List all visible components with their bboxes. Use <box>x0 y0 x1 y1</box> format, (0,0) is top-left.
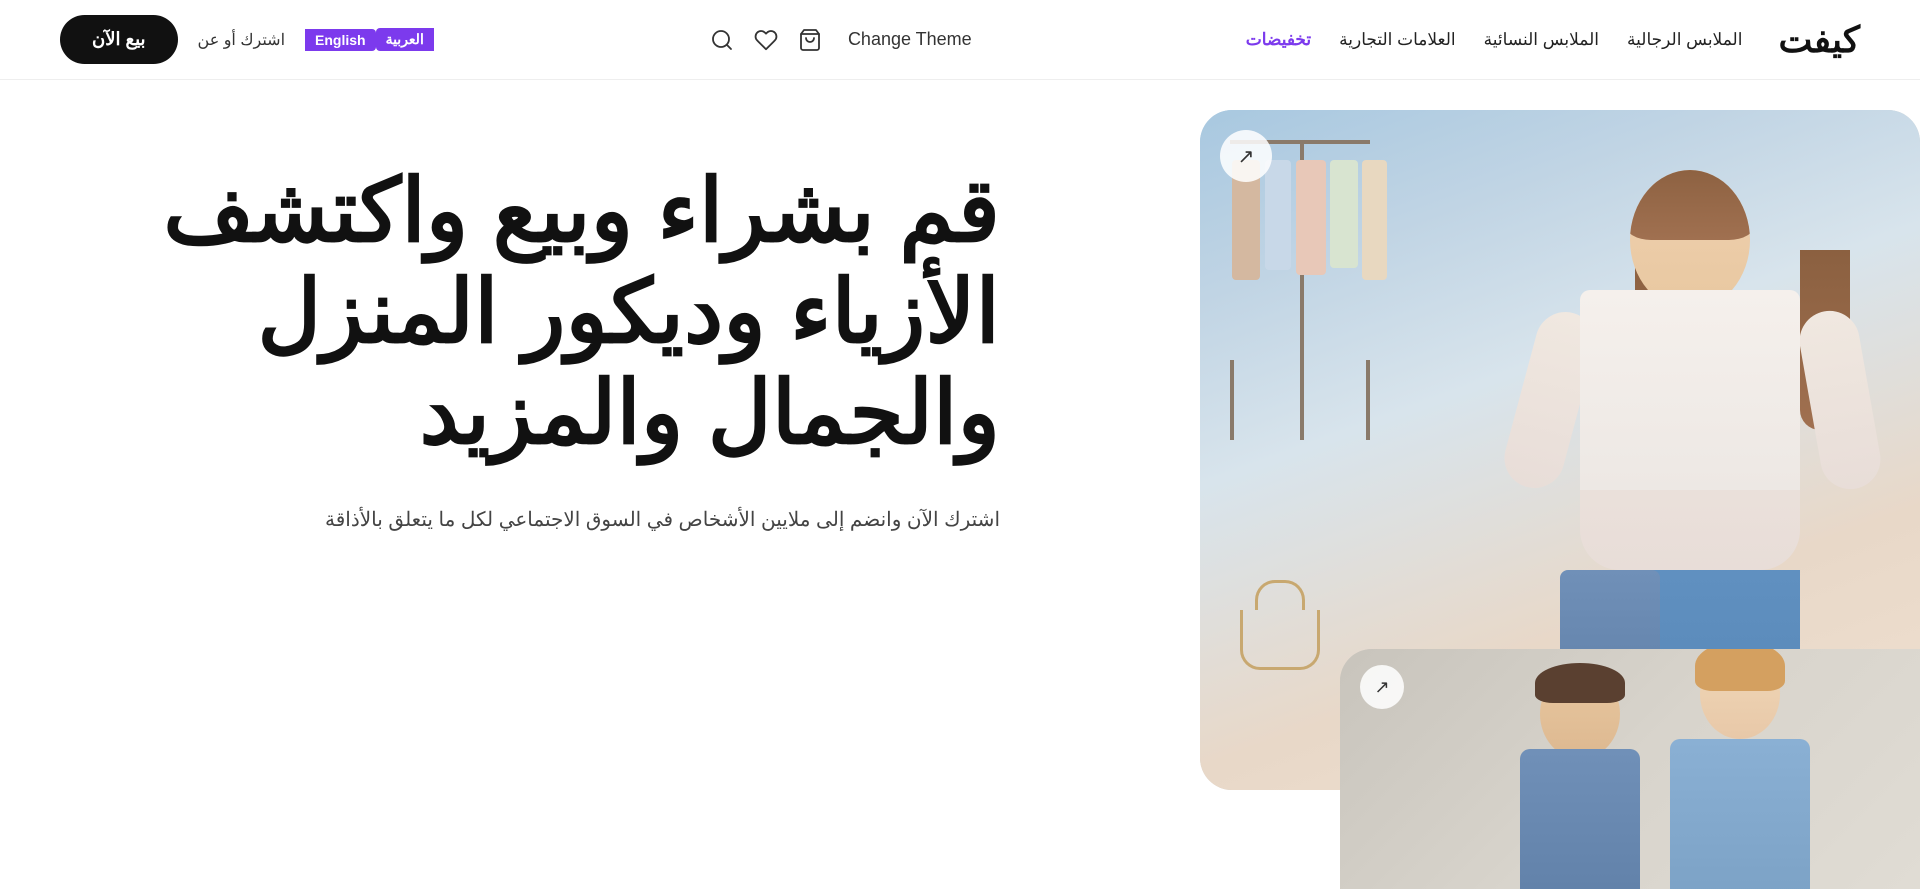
person-head <box>1630 170 1750 310</box>
nav-link-women[interactable]: الملابس النسائية <box>1484 30 1599 49</box>
person-hair-top <box>1630 170 1750 240</box>
nav-links: الملابس الرجالية الملابس النسائية العلام… <box>1246 30 1743 50</box>
bag-icon[interactable] <box>796 26 824 54</box>
lang-english[interactable]: English <box>305 29 376 51</box>
expand-button-second[interactable]: ↗ <box>1360 665 1404 709</box>
nav-item-sales[interactable]: تخفيضات <box>1246 30 1311 50</box>
second-image: ↗ <box>1340 649 1920 889</box>
nav-link-brands[interactable]: العلامات التجارية <box>1339 30 1456 49</box>
couple-person-man <box>1500 669 1660 889</box>
nav-item-women[interactable]: الملابس النسائية <box>1484 30 1599 50</box>
search-icon[interactable] <box>708 26 736 54</box>
subscribe-link[interactable]: اشترك أو عن <box>198 30 285 50</box>
couple-person-woman <box>1640 649 1840 889</box>
rack-foot-left <box>1230 360 1234 440</box>
clothing-item-2 <box>1265 160 1291 270</box>
text-section: قم بشراء وبيع واكتشف الأزياء وديكور المن… <box>0 80 1080 889</box>
expand-icon-symbol: ↗ <box>1238 144 1255 169</box>
change-theme-button[interactable]: Change Theme <box>848 29 972 50</box>
sell-button[interactable]: بيع الآن <box>60 15 178 64</box>
second-image-background: ↗ <box>1340 649 1920 889</box>
nav-link-sales[interactable]: تخفيضات <box>1246 30 1311 49</box>
couple-body-man <box>1520 749 1640 889</box>
expand-icon-2-symbol: ↗ <box>1374 677 1389 698</box>
couple-head-man <box>1540 669 1620 759</box>
header-center: Change Theme <box>708 26 972 54</box>
bag-svg <box>798 28 822 52</box>
heart-icon[interactable] <box>752 26 780 54</box>
couple-body-woman <box>1670 739 1810 889</box>
nav-item-men[interactable]: الملابس الرجالية <box>1627 30 1742 50</box>
main-content: ↗ ↗ <box>0 80 1920 889</box>
basket-decoration <box>1240 610 1320 670</box>
lang-arabic[interactable]: العربية <box>376 28 434 51</box>
hero-subtitle: اشترك الآن وانضم إلى ملايين الأشخاص في ا… <box>325 504 1000 536</box>
person-shirt <box>1580 290 1800 490</box>
hero-title: قم بشراء وبيع واكتشف الأزياء وديكور المن… <box>60 160 1000 464</box>
clothing-item-3 <box>1296 160 1326 275</box>
nav-item-brands[interactable]: العلامات التجارية <box>1339 30 1456 50</box>
clothing-rack <box>1220 140 1380 540</box>
images-section: ↗ ↗ <box>1080 80 1920 889</box>
couple-hair-woman <box>1695 649 1785 691</box>
nav-link-men[interactable]: الملابس الرجالية <box>1627 30 1742 49</box>
search-svg <box>710 28 734 52</box>
basket-handle <box>1255 580 1305 610</box>
expand-button-main[interactable]: ↗ <box>1220 130 1272 182</box>
logo: كيفت <box>1778 19 1860 61</box>
rack-foot-right <box>1366 360 1370 440</box>
couple-head-woman <box>1700 649 1780 739</box>
lang-switcher[interactable]: العربية English <box>305 28 434 51</box>
header-icons <box>708 26 824 54</box>
clothing-item-5 <box>1362 160 1387 280</box>
couple-hair-man <box>1535 663 1625 703</box>
header-left: العربية English اشترك أو عن بيع الآن <box>60 15 434 64</box>
header-right: كيفت الملابس الرجالية الملابس النسائية ا… <box>1246 19 1860 61</box>
clothing-item-4 <box>1330 160 1358 268</box>
heart-svg <box>754 28 778 52</box>
person-body <box>1580 290 1800 570</box>
site-header: كيفت الملابس الرجالية الملابس النسائية ا… <box>0 0 1920 80</box>
